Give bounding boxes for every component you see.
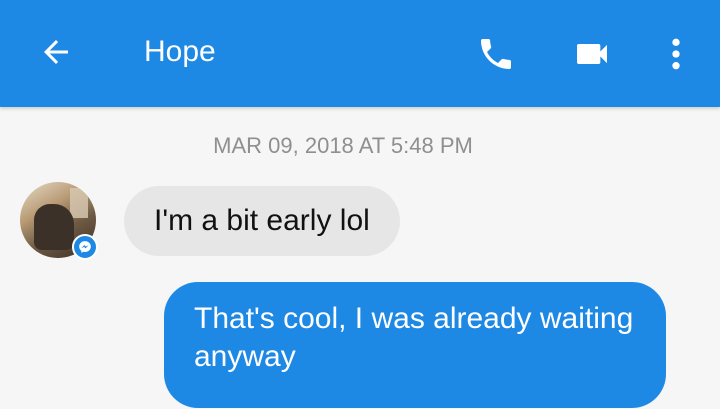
call-button[interactable] [474,32,518,76]
avatar-photo-window [70,188,88,218]
more-vertical-icon [660,34,692,74]
phone-icon [476,34,516,74]
app-bar: Hope [0,0,720,107]
video-camera-icon [572,34,612,74]
back-button[interactable] [36,32,76,72]
video-call-button[interactable] [570,32,614,76]
messenger-badge-icon [72,234,98,260]
message-timestamp: MAR 09, 2018 AT 5:48 PM [213,133,473,158]
arrow-back-icon [38,34,74,70]
avatar-photo-figure [34,204,74,250]
incoming-message-bubble[interactable]: I'm a bit early lol [124,186,400,256]
more-options-button[interactable] [660,32,692,76]
conversation-title[interactable]: Hope [144,34,216,70]
outgoing-message-bubble[interactable]: That's cool, I was already waiting anywa… [164,282,666,408]
